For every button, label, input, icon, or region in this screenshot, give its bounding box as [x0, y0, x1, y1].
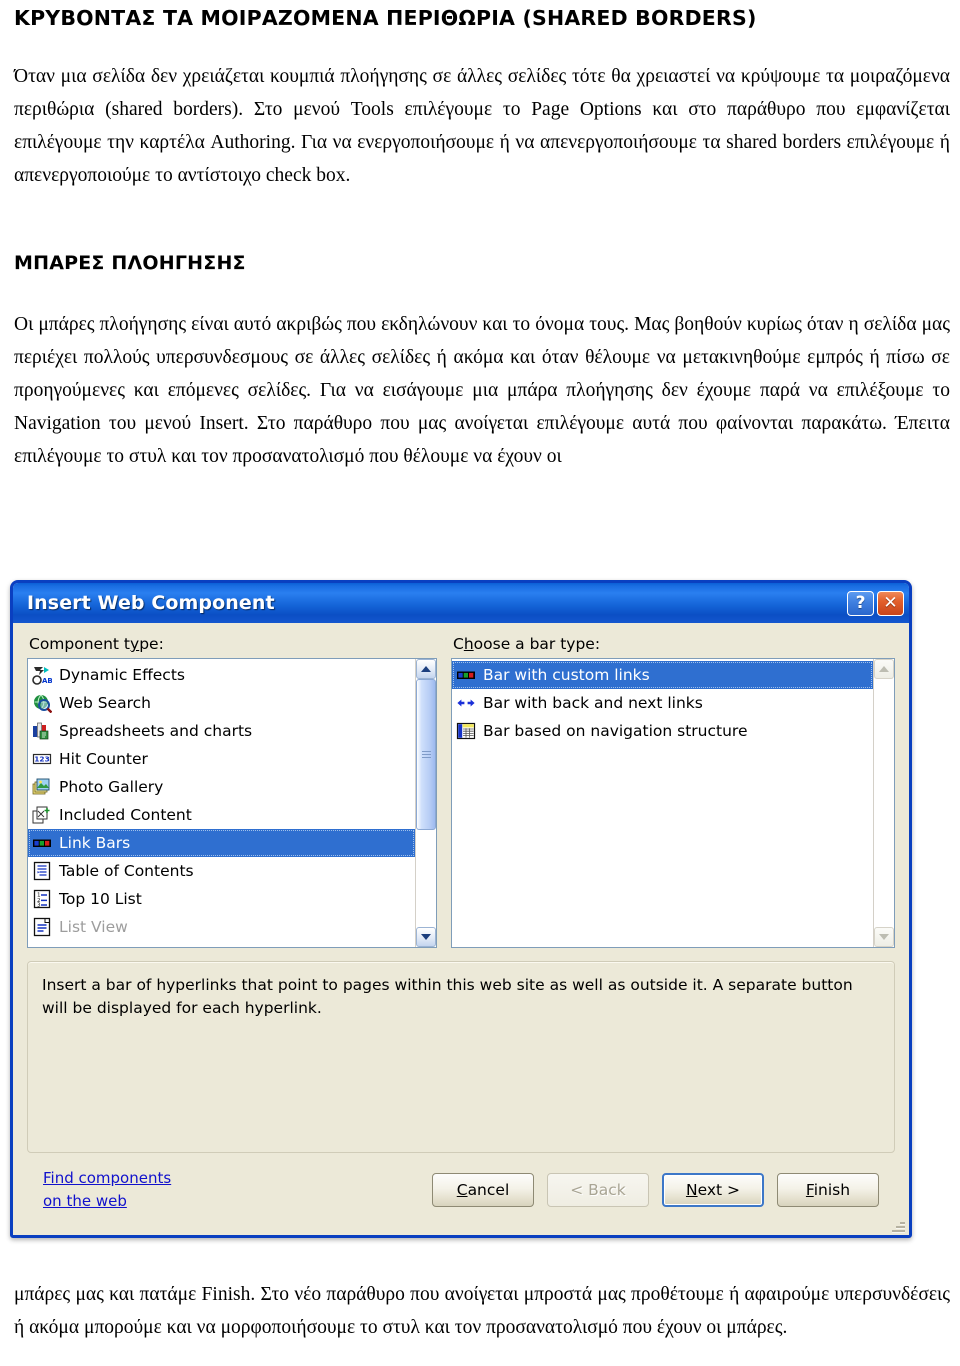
svg-text:123: 123	[34, 755, 49, 764]
scrollbar-grip-icon	[421, 749, 431, 760]
svg-text:3: 3	[37, 903, 41, 909]
list-item[interactable]: 1 2 3 Top 10 List	[28, 885, 415, 913]
intro-paragraph: Όταν μια σελίδα δεν χρειάζεται κουμπιά π…	[14, 66, 950, 186]
list-item-label: Dynamic Effects	[59, 666, 185, 684]
help-icon[interactable]: ?	[847, 590, 874, 616]
link-bars-icon	[32, 833, 52, 853]
find-components-on-web-link[interactable]: Find components on the web	[43, 1167, 171, 1213]
scrollbar-track[interactable]	[874, 679, 894, 927]
table-of-contents-icon	[32, 861, 52, 881]
scroll-down-button[interactable]	[416, 927, 436, 947]
dialog-titlebar[interactable]: Insert Web Component ? ✕	[13, 583, 909, 623]
component-type-scrollbar[interactable]	[415, 659, 436, 947]
component-type-label: Component type:	[29, 635, 164, 653]
bar-type-column: Choose a bar type: Bar with custom links…	[451, 635, 895, 948]
back-button[interactable]: < Back	[547, 1173, 649, 1207]
list-item-label: Bar with back and next links	[483, 694, 703, 712]
find-components-line-2: on the web	[43, 1192, 127, 1210]
list-item-label: Spreadsheets and charts	[59, 722, 253, 740]
closing-paragraph: μπάρες μας και πατάμε Finish. Στο νέο πα…	[14, 1284, 950, 1338]
list-item-bar-custom-links[interactable]: Bar with custom links	[452, 661, 873, 689]
list-item-label: Bar based on navigation structure	[483, 722, 748, 740]
list-item[interactable]: Web Search	[28, 689, 415, 717]
bar-type-label: Choose a bar type:	[453, 635, 601, 653]
insert-web-component-dialog: Insert Web Component ? ✕ Component type:	[10, 580, 912, 1238]
list-item[interactable]: Photo Gallery	[28, 773, 415, 801]
scrollbar-track[interactable]	[416, 679, 436, 927]
list-item[interactable]: AB Dynamic Effects	[28, 661, 415, 689]
next-button[interactable]: Next >	[662, 1173, 764, 1207]
bar-type-items: Bar with custom links Bar with back and	[452, 659, 873, 947]
resize-grip-icon[interactable]	[891, 1219, 905, 1233]
list-item[interactable]: Spreadsheets and charts	[28, 717, 415, 745]
scroll-down-button[interactable]	[874, 927, 894, 947]
included-content-icon	[32, 805, 52, 825]
list-item-label: Photo Gallery	[59, 778, 164, 796]
find-components-line-1: Find components	[43, 1169, 172, 1187]
list-item-label: Top 10 List	[59, 890, 142, 908]
component-type-column: Component type: AB Dynamic Effects Web S…	[27, 635, 437, 948]
description-panel: Insert a bar of hyperlinks that point to…	[27, 961, 895, 1153]
dialog-button-row: Cancel < Back Next > Finish	[432, 1173, 879, 1207]
component-type-listbox[interactable]: AB Dynamic Effects Web Search Spreadshee…	[27, 658, 437, 948]
dialog-body: Component type: AB Dynamic Effects Web S…	[13, 623, 909, 1213]
component-type-items: AB Dynamic Effects Web Search Spreadshee…	[28, 659, 415, 947]
back-next-arrows-icon	[456, 693, 476, 713]
dialog-title: Insert Web Component	[27, 592, 275, 614]
list-item-label: Bar with custom links	[483, 666, 650, 684]
list-item-label: Link Bars	[59, 834, 131, 852]
svg-text:AB: AB	[42, 677, 52, 685]
top-10-list-icon: 1 2 3	[32, 889, 52, 909]
list-item[interactable]: Table of Contents	[28, 857, 415, 885]
list-item-label: Included Content	[59, 806, 192, 824]
list-item-label: Hit Counter	[59, 750, 148, 768]
list-item-list-view[interactable]: List View	[28, 913, 415, 941]
scroll-up-button[interactable]	[874, 659, 894, 679]
section-heading-navigation-bars: ΜΠΑΡΕΣ ΠΛΟΗΓΗΣΗΣ	[14, 252, 246, 274]
dialog-footer: Find components on the web Cancel < Back…	[27, 1153, 895, 1213]
bar-type-scrollbar[interactable]	[873, 659, 894, 947]
titlebar-buttons: ? ✕	[847, 590, 904, 616]
scroll-up-button[interactable]	[416, 659, 436, 679]
cancel-button[interactable]: Cancel	[432, 1173, 534, 1207]
list-item[interactable]: 123 Hit Counter	[28, 745, 415, 773]
list-item-label: List View	[59, 918, 128, 936]
list-view-icon	[32, 917, 52, 937]
hit-counter-icon: 123	[32, 749, 52, 769]
photo-gallery-icon	[32, 777, 52, 797]
document-page: ΚΡΥΒΟΝΤΑΣ ΤΑ ΜΟΙΡΑΖΟΜΕΝΑ ΠΕΡΙΘΩΡΙΑ (SHAR…	[0, 0, 960, 1366]
list-item-label: Table of Contents	[59, 862, 194, 880]
custom-links-icon	[456, 665, 476, 685]
spreadsheets-charts-icon	[32, 721, 52, 741]
list-item[interactable]: Included Content	[28, 801, 415, 829]
bar-type-listbox[interactable]: Bar with custom links Bar with back and	[451, 658, 895, 948]
navigation-structure-icon	[456, 721, 476, 741]
web-search-icon	[32, 693, 53, 714]
dynamic-effects-icon: AB	[32, 665, 53, 685]
list-item-label: Web Search	[59, 694, 151, 712]
page-title: ΚΡΥΒΟΝΤΑΣ ΤΑ ΜΟΙΡΑΖΟΜΕΝΑ ΠΕΡΙΘΩΡΙΑ (SHAR…	[14, 6, 757, 30]
finish-button[interactable]: Finish	[777, 1173, 879, 1207]
navigation-bars-paragraph: Οι μπάρες πλοήγησης είναι αυτό ακριβώς π…	[14, 314, 950, 467]
list-item-bar-back-next[interactable]: Bar with back and next links	[452, 689, 873, 717]
list-item-link-bars[interactable]: Link Bars	[28, 829, 415, 857]
list-item-bar-navigation-structure[interactable]: Bar based on navigation structure	[452, 717, 873, 745]
close-icon[interactable]: ✕	[877, 590, 904, 616]
component-description: Insert a bar of hyperlinks that point to…	[42, 976, 853, 1017]
dialog-columns: Component type: AB Dynamic Effects Web S…	[27, 635, 895, 948]
scrollbar-thumb[interactable]	[416, 679, 436, 830]
